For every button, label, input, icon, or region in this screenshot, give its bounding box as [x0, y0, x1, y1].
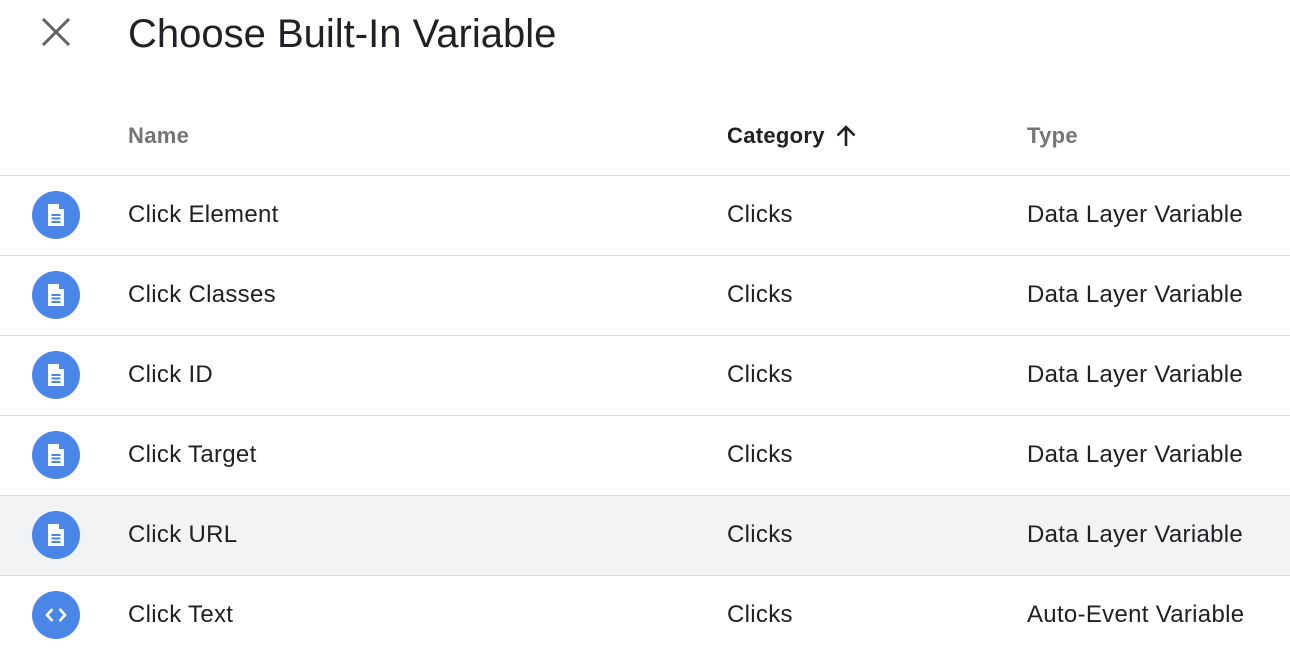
- table-row[interactable]: Click ID Clicks Data Layer Variable: [0, 336, 1290, 416]
- column-header-name[interactable]: Name: [128, 122, 189, 150]
- document-icon: [32, 351, 80, 399]
- row-category: Clicks: [727, 601, 793, 628]
- document-icon: [32, 271, 80, 319]
- row-type: Data Layer Variable: [1027, 441, 1244, 468]
- table-row-hovered[interactable]: Click URL Clicks Data Layer Variable: [0, 496, 1290, 576]
- table-row[interactable]: Click Element Clicks Data Layer Variable: [0, 176, 1290, 256]
- dialog-header: Choose Built-In Variable: [0, 0, 1290, 72]
- row-category: Clicks: [727, 201, 793, 228]
- document-icon: [32, 511, 80, 559]
- row-category: Clicks: [727, 521, 793, 548]
- row-type: Data Layer Variable: [1027, 521, 1244, 548]
- dialog-title: Choose Built-In Variable: [128, 12, 557, 56]
- row-name: Click Target: [128, 441, 257, 468]
- column-header-type[interactable]: Type: [1027, 122, 1078, 150]
- row-name: Click Text: [128, 601, 234, 628]
- column-header-category[interactable]: Category: [727, 122, 857, 150]
- close-icon: [41, 17, 71, 47]
- row-name: Click URL: [128, 521, 238, 548]
- document-icon: [32, 191, 80, 239]
- row-category: Clicks: [727, 361, 793, 388]
- choose-built-in-variable-dialog: Choose Built-In Variable Name Category T…: [0, 0, 1290, 654]
- row-type: Auto-Event Variable: [1027, 601, 1245, 628]
- close-button[interactable]: [30, 6, 82, 58]
- row-type: Data Layer Variable: [1027, 201, 1244, 228]
- variables-table: Name Category Type Click Element Clicks …: [0, 96, 1290, 654]
- table-header: Name Category Type: [0, 96, 1290, 176]
- column-header-category-label: Category: [727, 123, 825, 148]
- row-type: Data Layer Variable: [1027, 361, 1244, 388]
- row-category: Clicks: [727, 281, 793, 308]
- code-icon: [32, 591, 80, 639]
- row-name: Click Classes: [128, 281, 276, 308]
- table-row[interactable]: Click Classes Clicks Data Layer Variable: [0, 256, 1290, 336]
- document-icon: [32, 431, 80, 479]
- table-row[interactable]: Click Text Clicks Auto-Event Variable: [0, 576, 1290, 654]
- arrow-up-icon: [835, 124, 857, 148]
- row-type: Data Layer Variable: [1027, 281, 1244, 308]
- table-row[interactable]: Click Target Clicks Data Layer Variable: [0, 416, 1290, 496]
- row-name: Click ID: [128, 361, 214, 388]
- row-name: Click Element: [128, 201, 279, 228]
- row-category: Clicks: [727, 441, 793, 468]
